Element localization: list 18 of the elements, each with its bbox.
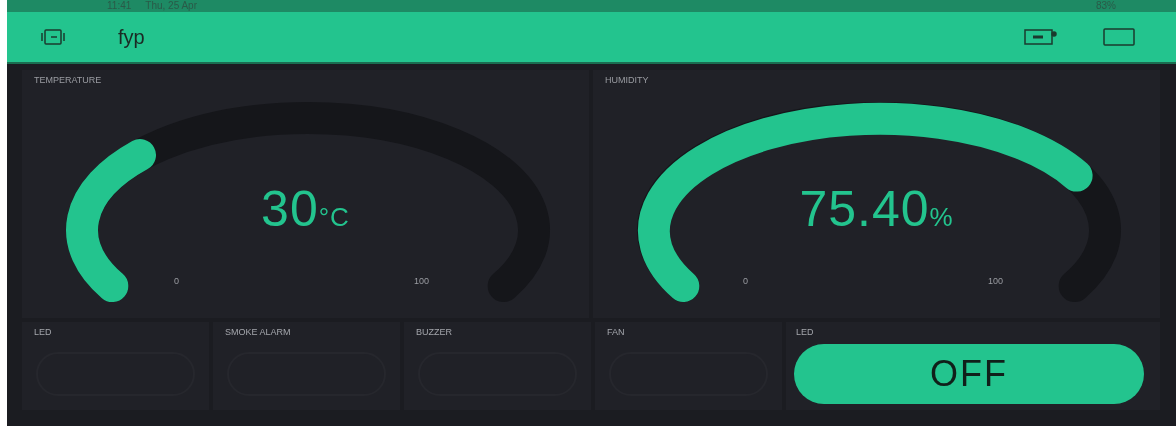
gauge-max: 100 bbox=[988, 276, 1004, 286]
gauge-value: 75.40% bbox=[798, 180, 955, 238]
gauge-value: 30°C bbox=[260, 180, 351, 238]
button-label: LED bbox=[796, 327, 814, 337]
led-button[interactable]: OFF bbox=[794, 344, 1144, 404]
battery-icon[interactable] bbox=[1024, 28, 1058, 46]
switch-label: BUZZER bbox=[416, 327, 452, 337]
app-title: fyp bbox=[118, 25, 146, 49]
gauge-min: 0 bbox=[743, 276, 748, 286]
gauge-label: HUMIDITY bbox=[605, 75, 649, 85]
switch-label: LED bbox=[34, 327, 52, 337]
switch-label: SMOKE ALARM bbox=[225, 327, 291, 337]
switch-label: FAN bbox=[607, 327, 625, 337]
gauge-label: TEMPERATURE bbox=[34, 75, 102, 85]
device-icon[interactable] bbox=[40, 28, 66, 46]
window-icon[interactable] bbox=[1102, 27, 1136, 47]
gauge-min: 0 bbox=[174, 276, 179, 286]
gauge-max: 100 bbox=[414, 276, 430, 286]
